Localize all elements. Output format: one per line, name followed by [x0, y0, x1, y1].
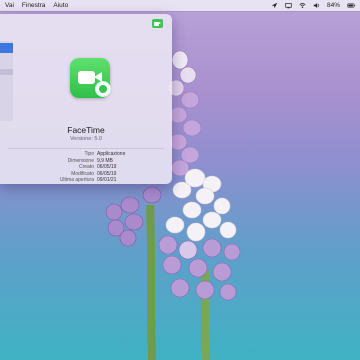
sidebar-selected-item[interactable]	[0, 43, 13, 53]
location-icon[interactable]	[271, 2, 278, 9]
app-version: Versione: 5.0	[69, 136, 103, 142]
wifi-icon[interactable]	[299, 2, 306, 9]
battery-percentage: 84%	[326, 2, 340, 9]
status-area: 84%	[271, 0, 356, 11]
battery-icon[interactable]	[347, 2, 356, 9]
info-table: Tipo Applicazione Dimensione 9,9 MB Crea…	[0, 151, 172, 184]
facetime-app-icon	[70, 58, 111, 98]
volume-icon[interactable]	[313, 2, 320, 9]
info-row-last-opened: Ultima apertura 09/01/21	[0, 177, 172, 184]
sidebar-item[interactable]	[0, 69, 13, 75]
sidebar	[0, 41, 13, 121]
divider	[8, 148, 164, 149]
display-icon[interactable]	[285, 2, 292, 9]
menu-aiuto[interactable]: Aiuto	[53, 0, 68, 11]
phone-icon	[95, 81, 111, 97]
info-label: Ultima apertura	[59, 177, 94, 183]
menu-vai[interactable]: Vai	[5, 0, 14, 11]
facetime-small-icon	[152, 19, 163, 28]
info-window: FaceTime Versione: 5.0 Tipo Applicazione…	[0, 14, 172, 184]
info-value: 09/01/21	[97, 177, 117, 183]
menu-bar: Vai Finestra Aiuto 84%	[0, 0, 360, 11]
menu-finestra[interactable]: Finestra	[22, 0, 45, 11]
app-name: FaceTime	[67, 125, 105, 135]
